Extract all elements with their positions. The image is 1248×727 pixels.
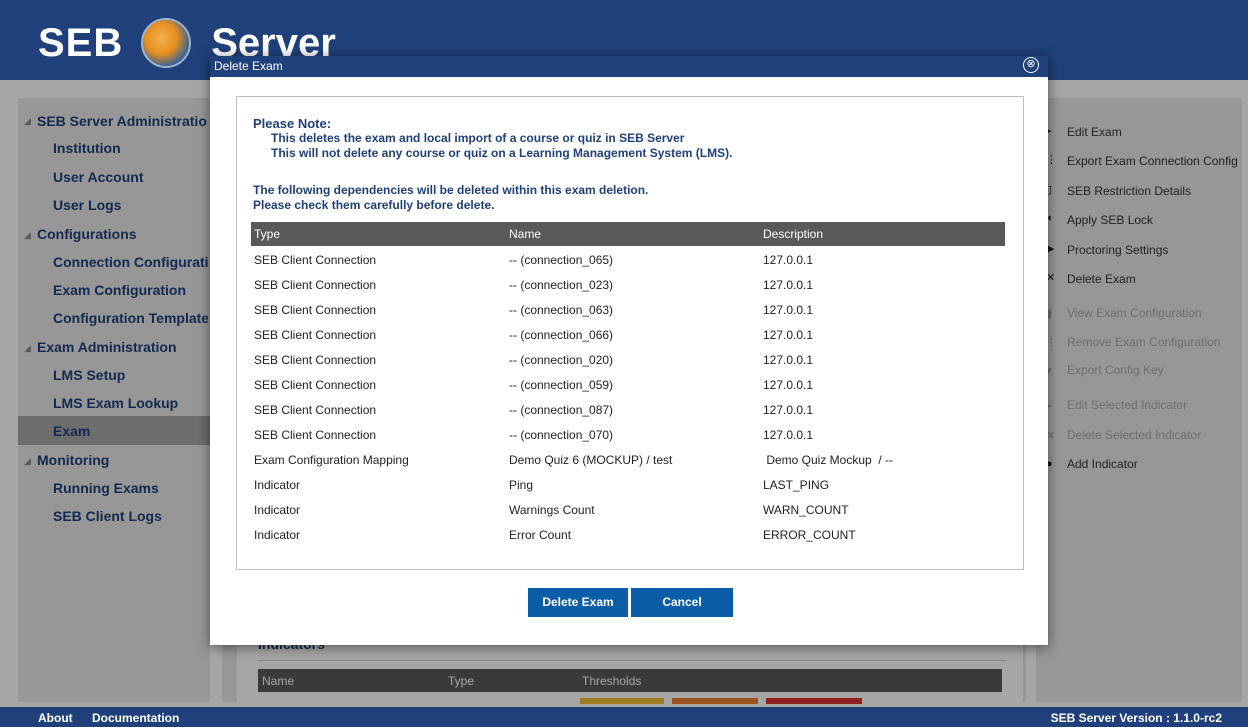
table-row[interactable]: SEB Client Connection -- (connection_065… [251,247,1005,272]
row-name: Ping [509,478,534,492]
row-description: 127.0.0.1 [763,403,814,417]
row-description: LAST_PING [763,478,830,492]
close-icon[interactable]: ⊗ [1023,57,1039,73]
table-row[interactable]: SEB Client Connection -- (connection_070… [251,422,1005,447]
row-type: Indicator [254,503,301,517]
table-row[interactable]: Indicator Ping LAST_PING [251,472,1005,497]
row-type: SEB Client Connection [254,328,377,342]
column-header-name[interactable]: Name [509,227,541,241]
row-description: 127.0.0.1 [763,328,814,342]
row-type: SEB Client Connection [254,353,377,367]
footer-documentation-link[interactable]: Documentation [92,711,179,725]
row-type: SEB Client Connection [254,303,377,317]
row-description: 127.0.0.1 [763,303,814,317]
delete-exam-button[interactable]: Delete Exam [528,588,628,617]
row-type: SEB Client Connection [254,403,377,417]
row-name: -- (connection_063) [509,303,614,317]
note-line-2: This will not delete any course or quiz … [271,146,733,160]
table-row[interactable]: SEB Client Connection -- (connection_023… [251,272,1005,297]
row-name: -- (connection_020) [509,353,614,367]
globe-logo-icon [141,18,192,68]
row-description: 127.0.0.1 [763,428,814,442]
dependency-table-header: Type Name Description [251,222,1005,246]
table-row[interactable]: Indicator Error Count ERROR_COUNT [251,522,1005,547]
row-name: -- (connection_087) [509,403,614,417]
row-name: Demo Quiz 6 (MOCKUP) / test [509,453,673,467]
row-type: SEB Client Connection [254,428,377,442]
table-row[interactable]: Indicator Warnings Count WARN_COUNT [251,497,1005,522]
note-line-1: This deletes the exam and local import o… [271,131,685,145]
row-description: 127.0.0.1 [763,278,814,292]
delete-exam-dialog: Delete Exam ⊗ Please Note: This deletes … [210,56,1048,645]
dependency-intro-line-2: Please check them carefully before delet… [253,198,495,212]
table-row[interactable]: SEB Client Connection -- (connection_020… [251,347,1005,372]
row-type: Indicator [254,528,301,542]
row-description: 127.0.0.1 [763,353,814,367]
column-header-type[interactable]: Type [254,227,280,241]
row-type: SEB Client Connection [254,378,377,392]
row-type: Indicator [254,478,301,492]
row-description: Demo Quiz Mockup / -- [763,453,894,467]
footer-about-link[interactable]: About [38,711,73,725]
table-row[interactable]: SEB Client Connection -- (connection_059… [251,372,1005,397]
table-row[interactable]: Exam Configuration Mapping Demo Quiz 6 (… [251,447,1005,472]
row-name: Error Count [509,528,572,542]
row-type: SEB Client Connection [254,278,377,292]
app-footer: About Documentation SEB Server Version :… [0,707,1248,727]
row-name: -- (connection_070) [509,428,614,442]
row-name: -- (connection_059) [509,378,614,392]
row-name: -- (connection_066) [509,328,614,342]
dialog-title-bar[interactable]: Delete Exam ⊗ [210,56,1048,77]
cancel-button[interactable]: Cancel [631,588,733,617]
dialog-content-box: Please Note: This deletes the exam and l… [236,96,1024,570]
column-header-description[interactable]: Description [763,227,823,241]
row-description: ERROR_COUNT [763,528,856,542]
row-description: WARN_COUNT [763,503,849,517]
table-row[interactable]: SEB Client Connection -- (connection_063… [251,297,1005,322]
row-name: -- (connection_023) [509,278,614,292]
row-type: Exam Configuration Mapping [254,453,409,467]
footer-version: SEB Server Version : 1.1.0-rc2 [1050,711,1222,725]
dialog-title: Delete Exam [214,59,283,73]
note-title: Please Note: [253,116,332,131]
row-description: 127.0.0.1 [763,378,814,392]
table-row[interactable]: SEB Client Connection -- (connection_087… [251,397,1005,422]
row-type: SEB Client Connection [254,253,377,267]
logo-text-seb: SEB [38,20,124,65]
row-description: 127.0.0.1 [763,253,814,267]
row-name: Warnings Count [509,503,595,517]
row-name: -- (connection_065) [509,253,614,267]
dependency-intro-line-1: The following dependencies will be delet… [253,183,649,197]
table-row[interactable]: SEB Client Connection -- (connection_066… [251,322,1005,347]
